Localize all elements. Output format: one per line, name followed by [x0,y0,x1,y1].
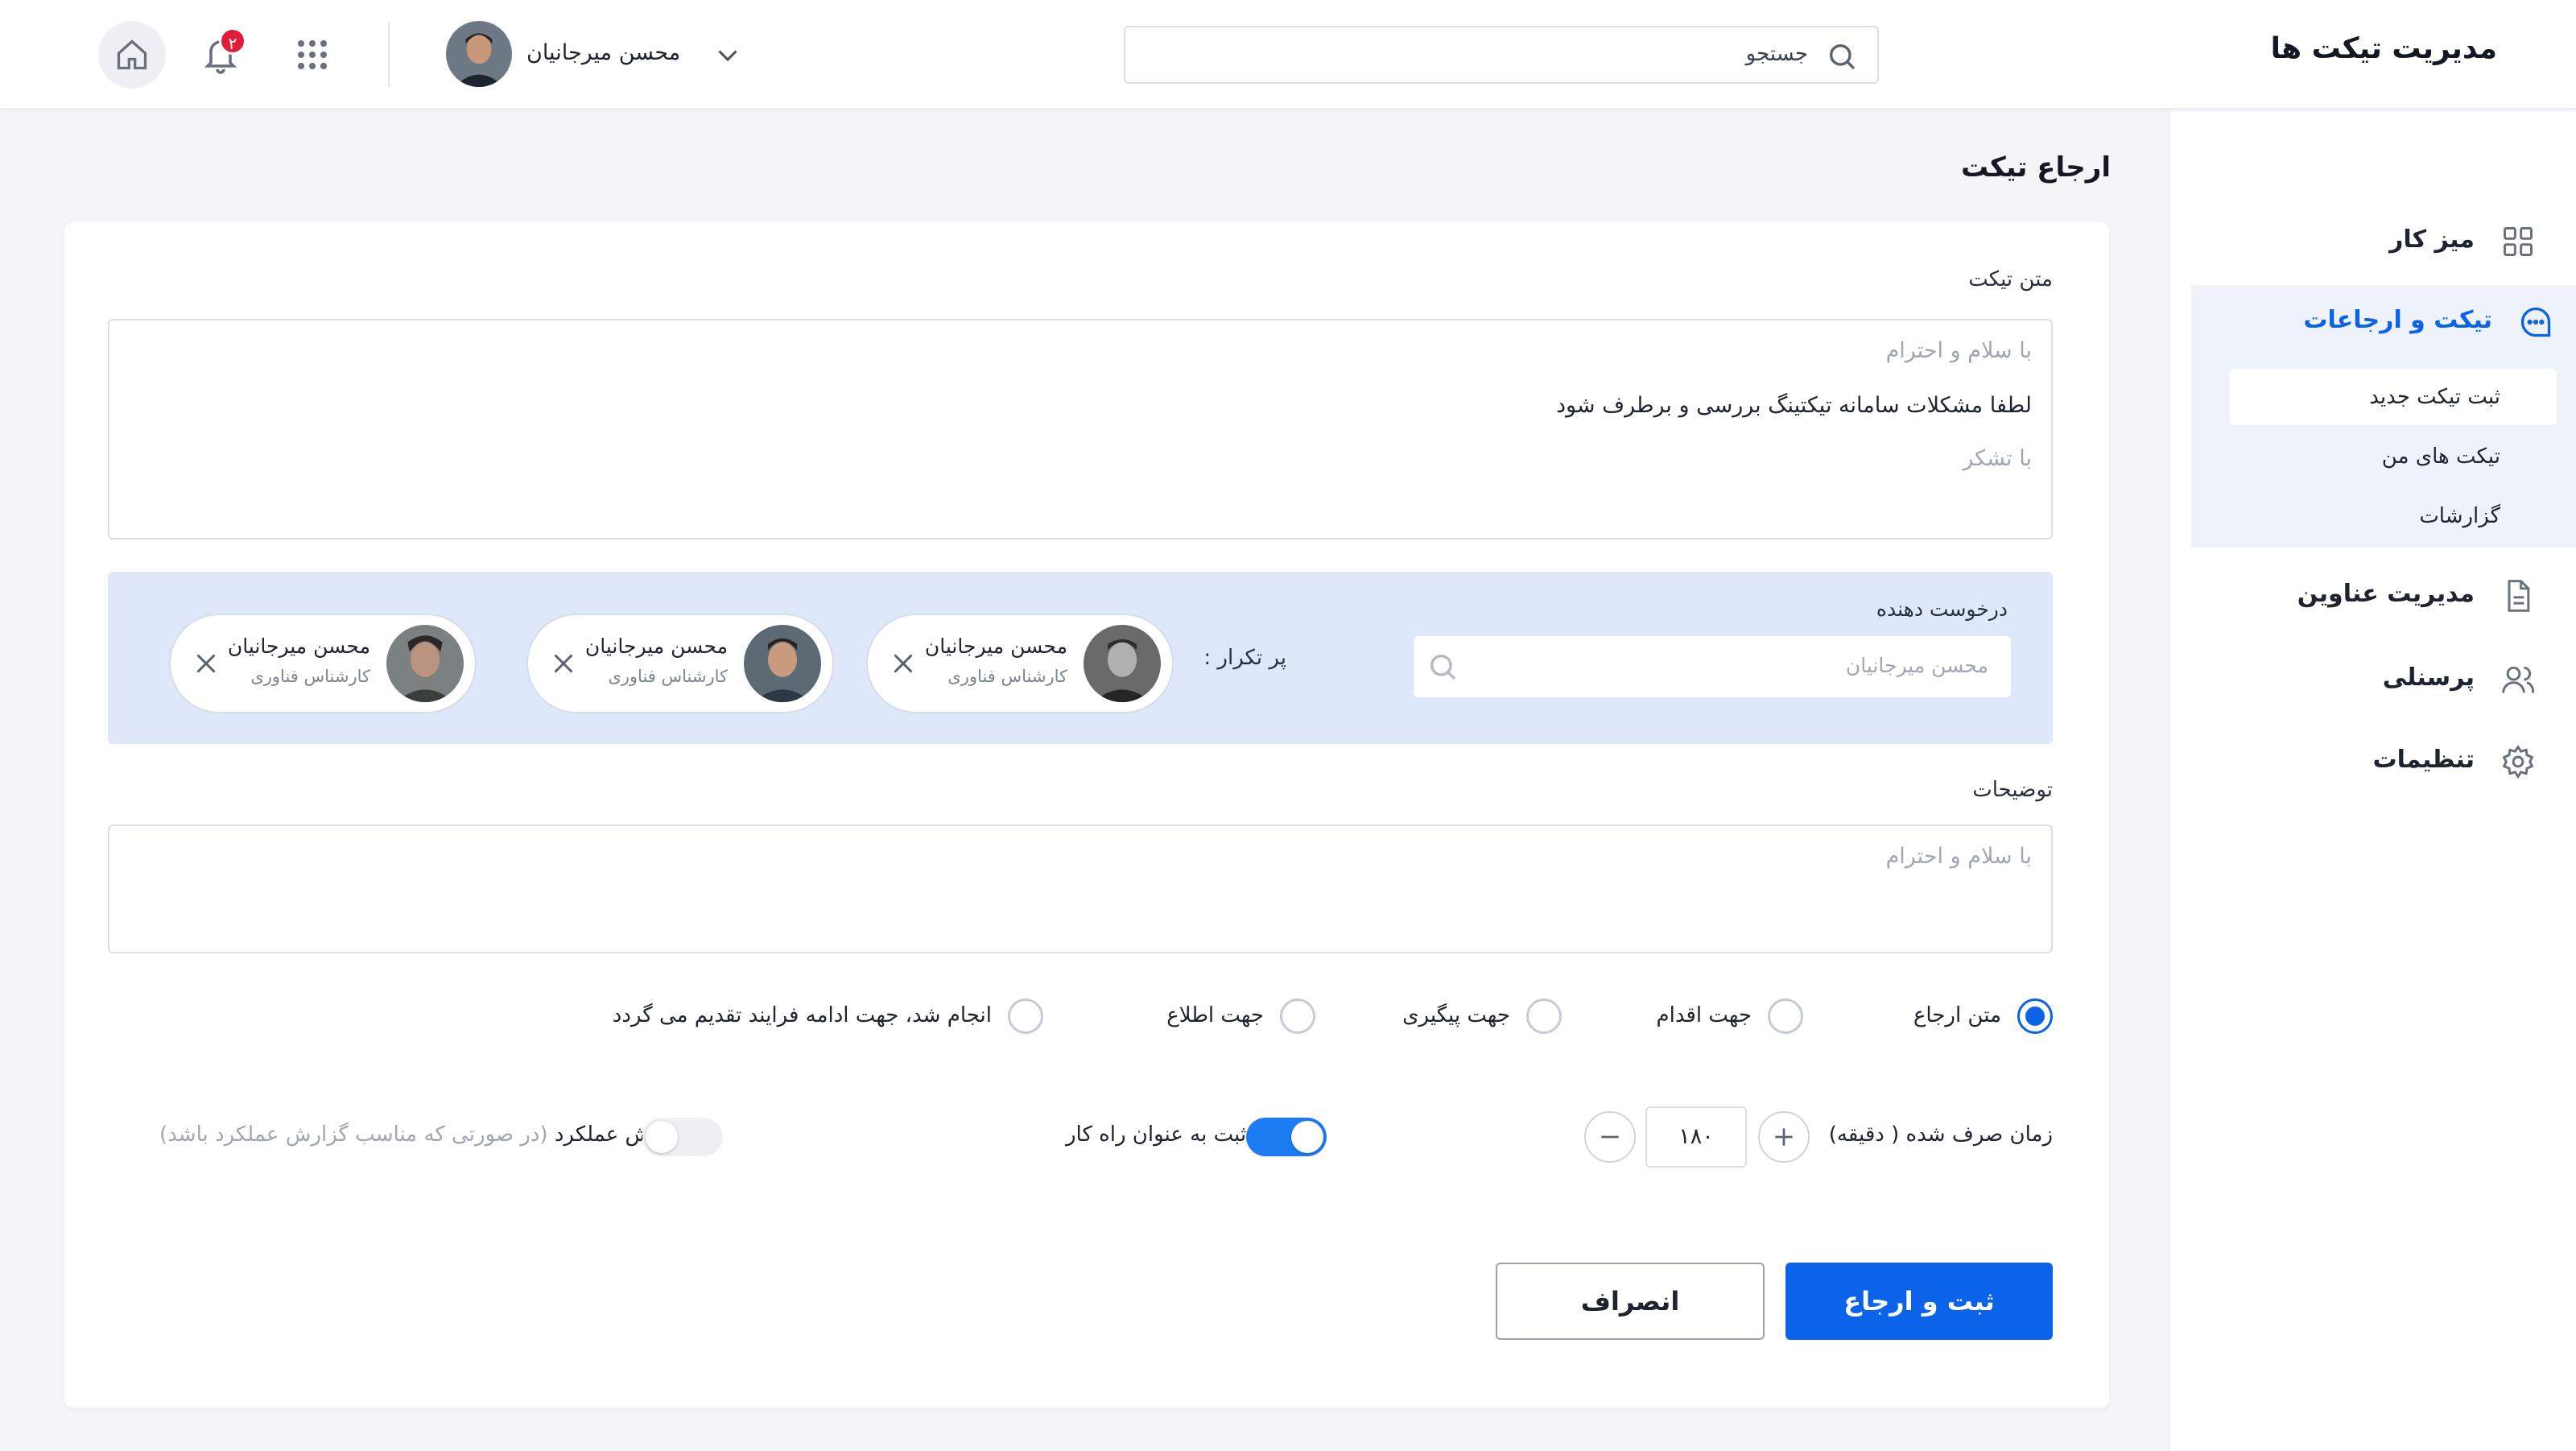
description-area[interactable]: با سلام و احترام [108,825,2053,953]
time-spent-input[interactable]: ۱۸۰ [1645,1106,1747,1168]
sidebar-item-titles[interactable]: مدیریت عناوین [2169,567,2576,623]
requester-chip[interactable]: محسن میرجانیان کارشناس فناوری [169,614,477,713]
time-spent-label: زمان صرف شده ( دقیقه) [1828,1122,2053,1147]
avatar [386,625,464,702]
app-title: مدیریت تیکت ها [2270,32,2497,65]
report-toggle-hint: (در صورتی که مناسب گزارش عملکرد باشد) [159,1122,548,1147]
requester-search-input[interactable]: محسن میرجانیان [1414,636,2011,697]
toggle-knob [1291,1121,1323,1153]
sidebar-item-label: پرسنلی [2382,663,2475,692]
sidebar-item-personnel[interactable]: پرسنلی [2169,651,2576,707]
plus-icon [1775,1128,1793,1146]
description-placeholder: با سلام و احترام [1885,844,2032,869]
increment-button[interactable] [1758,1111,1810,1163]
minus-icon [1601,1135,1619,1139]
avatar [744,625,821,702]
gear-icon [2502,745,2534,779]
sidebar-item-label: میز کار [2389,225,2475,254]
users-icon [2502,666,2535,693]
ticket-text-area[interactable]: با سلام و احترام لطفا مشکلات سامانه تیکت… [108,319,2053,539]
radio-for-info[interactable] [1280,998,1315,1034]
referral-options: متن ارجاع جهت اقدام جهت پیگیری جهت اطلاع… [523,994,2053,1039]
frequent-label: پر تکرار : [1203,646,1286,670]
radio-for-followup[interactable] [1526,998,1562,1034]
sidebar-subitem-new-ticket[interactable]: ثبت تیکت جدید [2230,369,2557,425]
chip-role: کارشناس فناوری [608,667,728,686]
chat-icon [2520,307,2551,337]
toggle-knob [646,1121,678,1153]
avatar [1084,625,1161,702]
radio-label: متن ارجاع [1913,1003,2001,1027]
sidebar-item-label: مدیریت عناوین [2297,580,2475,608]
radio-referral-text[interactable] [2017,998,2053,1034]
search-icon [1430,655,1456,680]
close-icon[interactable] [889,649,918,678]
chip-name: محسن میرجانیان [924,635,1067,658]
radio-label: جهت اطلاع [1166,1003,1264,1027]
radio-label: جهت اقدام [1656,1003,1752,1027]
notification-badge: ۲ [219,27,246,55]
solution-toggle-label: ثبت به عنوان راه کار [1066,1122,1247,1147]
sidebar-item-label: تنظیمات [2372,746,2475,774]
description-label: توضیحات [1972,778,2053,802]
home-icon [117,39,147,70]
close-icon[interactable] [549,649,578,678]
requester-chip[interactable]: محسن میرجانیان کارشناس فناوری [526,614,834,713]
submit-refer-button[interactable]: ثبت و ارجاع [1785,1263,2053,1340]
apps-grid-icon[interactable] [293,35,332,74]
report-toggle-label: گزارش عملکرد (در صورتی که مناسب گزارش عم… [159,1122,688,1147]
solution-toggle[interactable] [1246,1118,1327,1156]
sidebar-subitem-label: گزارشات [2419,504,2500,528]
sidebar-group-tickets: تیکت و ارجاعات ثبت تیکت جدید تیکت های من… [2191,285,2576,548]
report-toggle[interactable] [642,1118,723,1156]
sidebar-item-dashboard[interactable]: میز کار [2169,213,2576,269]
sidebar-subitem-label: تیکت های من [2381,444,2500,469]
home-button[interactable] [98,21,166,89]
page-title: ارجاع تیکت [1961,151,2111,184]
chip-role: کارشناس فناوری [947,667,1067,686]
ticket-body: لطفا مشکلات سامانه تیکتینگ بررسی و برطرف… [1555,393,2032,418]
grid-icon [2504,227,2533,256]
chip-name: محسن میرجانیان [227,635,370,658]
chip-name: محسن میرجانیان [584,635,728,658]
ticket-closing: با تشکر [1963,446,2032,471]
requester-placeholder: محسن میرجانیان [1845,654,1988,677]
ticket-greeting: با سلام و احترام [1885,338,2032,363]
requester-panel: درخوست دهنده محسن میرجانیان پر تکرار : م… [108,572,2053,744]
header-divider [388,23,390,87]
top-header: مدیریت تیکت ها جستجو محسن میرجانیان ۲ [0,0,2576,110]
radio-label: انجام شد، جهت ادامه فرایند تقدیم می گردد [612,1003,992,1027]
document-icon [2508,580,2530,612]
sidebar-subitem-label: ثبت تیکت جدید [2369,385,2500,409]
radio-for-action[interactable] [1768,998,1803,1034]
ticket-text-label: متن تیکت [1968,267,2053,291]
requester-label: درخوست دهنده [1876,597,2008,621]
requester-chip[interactable]: محسن میرجانیان کارشناس فناوری [866,614,1174,713]
avatar[interactable] [446,21,512,87]
radio-label: جهت پیگیری [1402,1003,1510,1027]
radio-done-continue[interactable] [1008,998,1043,1034]
decrement-button[interactable] [1584,1111,1636,1163]
sidebar-item-settings[interactable]: تنظیمات [2169,733,2576,789]
sidebar-subitem-reports[interactable]: گزارشات [2230,488,2557,544]
search-icon [1830,44,1856,70]
sidebar: میز کار تیکت و ارجاعات ثبت تیکت جدید تیک… [2169,111,2576,1451]
cancel-button[interactable]: انصراف [1496,1263,1765,1340]
chevron-down-icon[interactable] [713,40,742,69]
close-icon[interactable] [192,649,221,678]
search-placeholder: جستجو [1745,42,1808,66]
sidebar-subitem-my-tickets[interactable]: تیکت های من [2230,428,2557,485]
user-name[interactable]: محسن میرجانیان [526,40,680,65]
sidebar-item-tickets[interactable]: تیکت و ارجاعات [2191,293,2576,349]
search-input[interactable]: جستجو [1124,26,1879,84]
chip-role: کارشناس فناوری [250,667,370,686]
sidebar-item-label: تیکت و ارجاعات [2303,306,2492,334]
